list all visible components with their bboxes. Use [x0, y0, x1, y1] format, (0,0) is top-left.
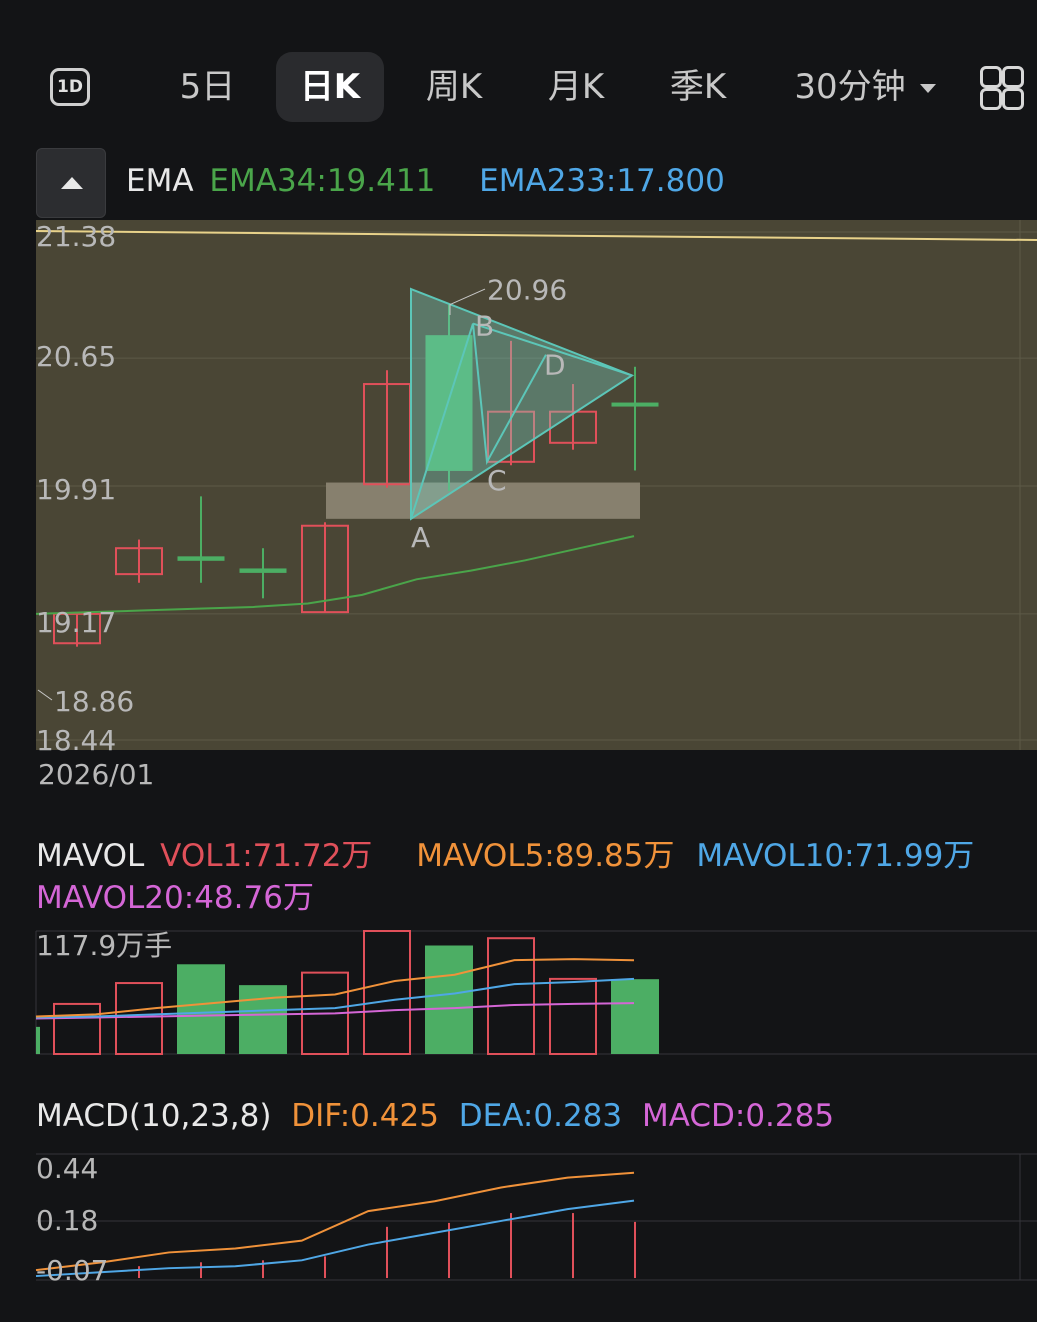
candlestick-chart[interactable]: A B C D 20.96 18.86 21.38 20.65 19.91 19.17 18.442…: [0, 220, 1037, 795]
mavol10-value: MAVOL10:71.99万: [696, 838, 975, 874]
pattern-label-d: D: [544, 349, 566, 382]
volume-bar: [363, 930, 411, 1055]
mavol20-value: MAVOL20:48.76万: [36, 880, 314, 916]
tab-daily-k[interactable]: 日K: [276, 52, 384, 122]
grid-menu-icon[interactable]: [980, 66, 1024, 110]
volume-bar-partial: [36, 1026, 40, 1054]
price-axis-label: 19.91: [36, 473, 116, 506]
mavol5-value: MAVOL5:89.85万: [416, 838, 675, 874]
volume-bar: [53, 1002, 101, 1056]
high-price-label: 20.96: [487, 274, 567, 307]
tab-5-day[interactable]: 5日: [160, 52, 255, 122]
macd-chart[interactable]: 0.44 0.18 -0.07: [0, 1150, 1037, 1310]
ema233-value: EMA233:17.800: [479, 163, 725, 199]
macd-label: MACD(10,23,8): [36, 1098, 272, 1134]
pattern-label-a: A: [411, 521, 430, 554]
pattern-label-c: C: [487, 464, 507, 497]
price-axis-label: 20.65: [36, 340, 116, 373]
period-tab-bar: 1D 5日 日K 周K 月K 季K 30分钟: [0, 40, 1037, 135]
tab-monthly-k[interactable]: 月K: [530, 52, 622, 122]
volume-bar: [487, 937, 535, 1056]
macd-axis-label: 0.44: [36, 1152, 98, 1185]
candle-body: [611, 402, 659, 407]
tab-quarterly-k[interactable]: 季K: [652, 52, 744, 122]
macd-axis-label: 0.18: [36, 1204, 98, 1237]
chevron-down-icon: [919, 84, 936, 93]
tab-30-minute-label: 30分钟: [794, 67, 906, 107]
price-axis-label: 19.17: [36, 606, 116, 639]
dif-value: DIF:0.425: [291, 1098, 439, 1134]
collapse-button[interactable]: [36, 148, 106, 218]
dea-line: [35, 1199, 635, 1278]
macd-value: MACD:0.285: [641, 1098, 835, 1134]
mavol-label: MAVOL: [36, 838, 145, 874]
volume-chart[interactable]: 117.9万手: [0, 925, 1037, 1060]
price-axis-label: 18.44: [36, 724, 116, 757]
tab-weekly-k[interactable]: 周K: [408, 52, 500, 122]
macd-axis-label: -0.07: [36, 1254, 108, 1287]
pattern-label-b: B: [475, 310, 494, 343]
low-price-label: 18.86: [54, 685, 134, 718]
one-day-icon[interactable]: 1D: [50, 68, 90, 106]
candle-body: [177, 556, 225, 561]
macd-legend: MACD(10,23,8) DIF:0.425 DEA:0.283 MACD:0…: [36, 1098, 834, 1134]
chevron-up-icon: [61, 177, 83, 189]
date-axis-label: 2026/01: [38, 758, 154, 791]
price-axis-label: 21.38: [36, 220, 116, 253]
volume-bar: [611, 979, 659, 1054]
mavol-legend: MAVOL VOL1:71.72万 MAVOL5:89.85万 MAVOL10:…: [36, 830, 974, 875]
volume-bar: [549, 977, 597, 1055]
ema34-value: EMA34:19.411: [209, 163, 436, 199]
vol1-value: VOL1:71.72万: [160, 838, 373, 874]
volume-bar: [115, 982, 163, 1055]
tab-30-minute[interactable]: 30分钟: [785, 52, 945, 122]
volume-bar: [425, 945, 473, 1054]
ema-label: EMA: [126, 163, 194, 199]
volume-axis-max-label: 117.9万手: [36, 929, 172, 962]
ema-legend: EMA EMA34:19.411 EMA233:17.800: [126, 163, 725, 199]
dea-value: DEA:0.283: [458, 1098, 623, 1134]
volume-bar: [239, 985, 287, 1054]
candle-body: [239, 568, 287, 573]
volume-bar: [177, 964, 225, 1054]
support-zone-box: [326, 482, 640, 519]
